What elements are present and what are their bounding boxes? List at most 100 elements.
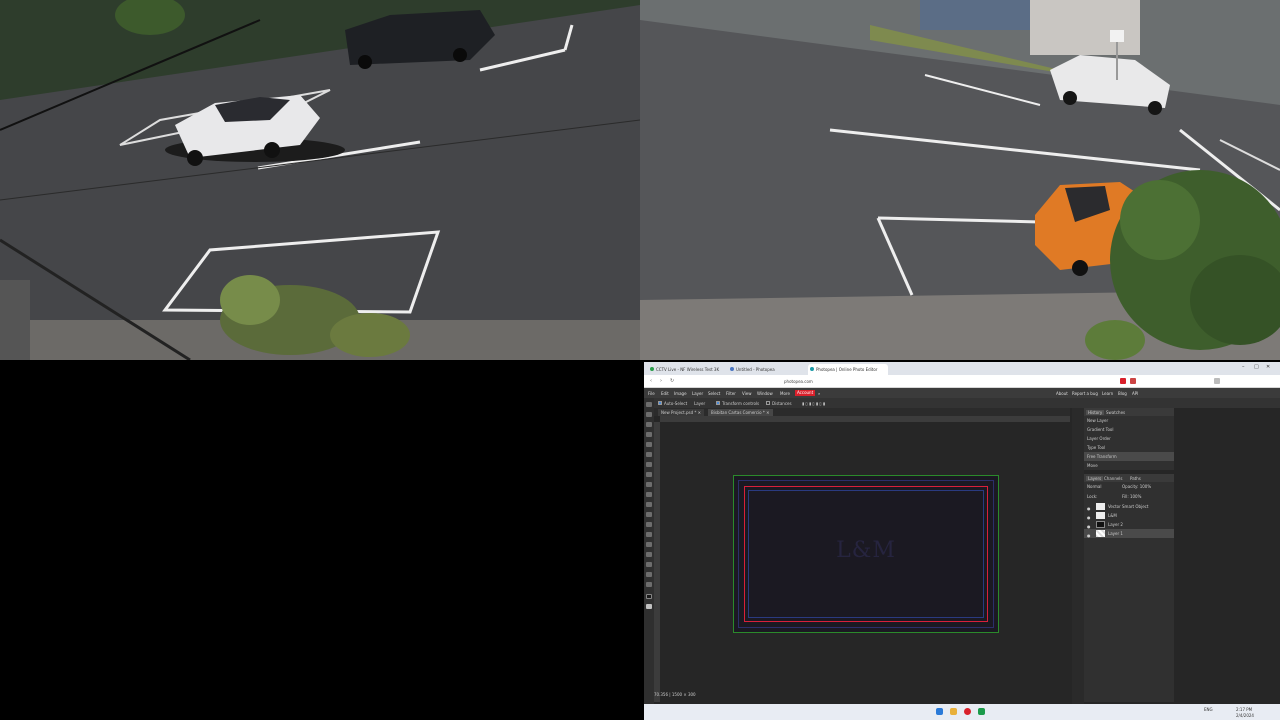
dodge-tool-icon[interactable] [646,522,652,527]
blur-tool-icon[interactable] [646,512,652,517]
menu-select[interactable]: Select [708,391,720,396]
menu-learn[interactable]: Learn [1102,391,1113,396]
layer-select-dropdown[interactable]: Layer [694,401,705,406]
extension-icon[interactable] [1120,378,1126,384]
app-icon[interactable] [978,708,985,715]
tab-paths[interactable]: Paths [1130,476,1141,481]
canvas-workspace[interactable]: L&M [660,422,1070,700]
url-field[interactable]: photopea.com [784,378,1084,385]
magic-wand-icon[interactable] [646,432,652,437]
background-color-swatch[interactable] [646,604,652,609]
tab-channels[interactable]: Channels [1104,476,1123,481]
history-item[interactable]: New Layer [1084,416,1174,425]
auto-select-checkbox[interactable] [658,401,662,405]
menu-image[interactable]: Image [674,391,687,396]
close-icon[interactable]: ✕ [766,410,769,415]
pen-tool-icon[interactable] [646,532,652,537]
profile-icon[interactable] [1214,378,1220,384]
close-window-button[interactable]: ✕ [1266,364,1270,370]
gradient-tool-icon[interactable] [646,502,652,507]
menu-file[interactable]: File [648,391,655,396]
start-icon[interactable] [936,708,943,715]
menu-api[interactable]: API [1132,391,1138,396]
history-item[interactable]: Layer Order [1084,434,1174,443]
menu-layer[interactable]: Layer [692,391,703,396]
eyedropper-icon[interactable] [646,452,652,457]
layer-row[interactable]: ● Layer 2 [1084,520,1174,529]
close-icon[interactable]: ✕ [698,410,701,415]
crop-tool-icon[interactable] [646,442,652,447]
history-item[interactable]: Free Transform [1084,452,1174,461]
layer-row[interactable]: ● Vector Smart Object [1084,502,1174,511]
clock-date[interactable]: 2/4/2024 [1236,713,1254,718]
clone-stamp-icon[interactable] [646,482,652,487]
document-tabs: New Project.psd * ✕ Bisbitan Cartas Come… [654,408,1070,416]
layer-row[interactable]: ● Layer 1 [1084,529,1174,538]
menu-filter[interactable]: Filter [726,391,736,396]
tab-layers[interactable]: Layers [1086,476,1104,481]
camera-feed-top-right [640,0,1280,360]
language-indicator[interactable]: ENG [1204,707,1213,712]
account-button[interactable]: Account [795,390,816,396]
opacity-control[interactable]: Opacity: 100% [1122,482,1151,491]
screen-capture-feed: CCTV Live - NF Wireless Test 3K Untitled… [644,362,1280,720]
tab-history[interactable]: History [1086,410,1105,415]
lasso-tool-icon[interactable] [646,422,652,427]
type-tool-icon[interactable] [646,542,652,547]
transform-controls-checkbox[interactable] [716,401,720,405]
layer-row[interactable]: ● L&M [1084,511,1174,520]
street-scene-2 [640,0,1280,360]
brush-tool-icon[interactable] [646,472,652,477]
menu-edit[interactable]: Edit [661,391,669,396]
history-item[interactable]: Move [1084,461,1174,470]
maximize-button[interactable]: □ [1254,364,1259,370]
shape-tool-icon[interactable] [646,562,652,567]
file-explorer-icon[interactable] [950,708,957,715]
layer-name: Layer 1 [1108,531,1123,536]
menu-window[interactable]: Window [757,391,773,396]
menu-about[interactable]: About [1056,391,1068,396]
healing-brush-icon[interactable] [646,462,652,467]
eye-icon[interactable]: ● [1087,531,1091,540]
reload-icon[interactable]: ↻ [670,378,674,384]
browser-tab-3[interactable]: Photopea | Online Photo Editor [808,364,888,375]
menu-blog[interactable]: Blog [1118,391,1127,396]
windows-taskbar: ENG 2:17 PM 2/4/2024 [644,704,1280,720]
menu-view[interactable]: View [742,391,752,396]
marquee-tool-icon[interactable] [646,412,652,417]
distances-checkbox[interactable] [766,401,770,405]
zoom-tool-icon[interactable] [646,582,652,587]
extension-icon[interactable] [1130,378,1136,384]
menu-more[interactable]: More [780,391,790,396]
tab-swatches[interactable]: Swatches [1106,410,1125,415]
hand-tool-icon[interactable] [646,572,652,577]
blend-mode-dropdown[interactable]: Normal [1087,482,1101,491]
artboard[interactable]: L&M [733,475,999,633]
path-select-icon[interactable] [646,552,652,557]
eraser-tool-icon[interactable] [646,492,652,497]
doc-tab-1[interactable]: New Project.psd * ✕ [658,409,705,416]
fill-control[interactable]: Fill: 100% [1122,492,1141,501]
browser-icon[interactable] [964,708,971,715]
browser-tab-1[interactable]: CCTV Live - NF Wireless Test 3K [648,364,726,375]
forward-icon[interactable]: › [660,378,662,384]
align-icons[interactable]: ▮ ▯ ▮ ▯ ▮ ▯ ▮ [802,401,825,406]
doc-tab-label: New Project.psd * [661,410,697,415]
layer-name: Layer 2 [1108,522,1123,527]
camera-feed-bottom-left-empty [0,360,640,720]
tools-panel [644,398,654,704]
back-icon[interactable]: ‹ [650,378,652,384]
layer-thumbnail [1096,503,1105,510]
foreground-color-swatch[interactable] [646,594,652,599]
doc-tab-2[interactable]: Bisbitan Cartas Comercio * ✕ [708,409,773,416]
search-icon[interactable]: ⌕ [818,391,820,396]
history-item[interactable]: Gradient Tool [1084,425,1174,434]
browser-tab-2[interactable]: Untitled - Photopea [728,364,806,375]
layer-name: L&M [1108,513,1117,518]
clock-time[interactable]: 2:17 PM [1236,707,1252,712]
move-tool-icon[interactable] [646,402,652,407]
browser-tab-label: Untitled - Photopea [736,367,775,372]
minimize-button[interactable]: – [1242,364,1245,370]
history-item[interactable]: Type Tool [1084,443,1174,452]
menu-report-bug[interactable]: Report a bug [1072,391,1098,396]
